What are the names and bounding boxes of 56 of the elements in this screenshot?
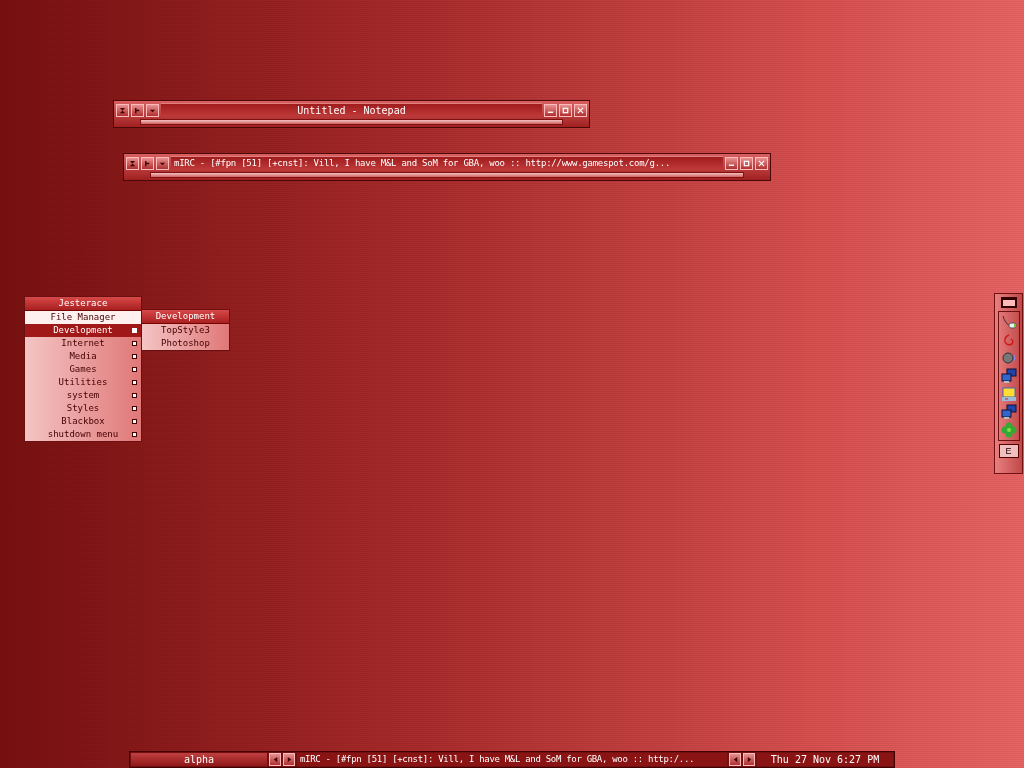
menu-item[interactable]: system xyxy=(25,389,141,402)
menu-item[interactable]: Media xyxy=(25,350,141,363)
hourglass-icon xyxy=(129,159,136,167)
close-icon xyxy=(758,159,765,167)
menu-item[interactable]: Utilities xyxy=(25,376,141,389)
close-button[interactable] xyxy=(755,156,768,170)
previous-button[interactable] xyxy=(269,753,281,766)
menu-item[interactable]: TopStyle3 xyxy=(142,324,229,337)
slit-button[interactable]: E xyxy=(998,444,1019,458)
next-button[interactable] xyxy=(743,753,755,766)
menu-item[interactable]: Games xyxy=(25,363,141,376)
window-menu-button[interactable] xyxy=(146,103,159,117)
close-icon xyxy=(577,106,584,114)
left-arrow-icon xyxy=(731,756,739,763)
menu-item[interactable]: shutdown menu xyxy=(25,428,141,441)
mouse-icon[interactable] xyxy=(1000,314,1017,330)
clock: Thu 27 Nov 6:27 PM xyxy=(757,753,893,766)
window-title: Untitled - Notepad xyxy=(161,103,542,117)
network-icon[interactable] xyxy=(1000,368,1017,384)
display-icon[interactable] xyxy=(1000,386,1017,402)
workspace-name: alpha xyxy=(131,753,267,766)
stick-button[interactable] xyxy=(126,156,139,170)
menu-item[interactable]: Internet xyxy=(25,337,141,350)
menu-item[interactable]: File Manager xyxy=(25,311,141,324)
maximize-icon xyxy=(743,159,750,167)
right-arrow-icon xyxy=(745,756,753,763)
menu-item[interactable]: Styles xyxy=(25,402,141,415)
tee-icon xyxy=(144,159,151,167)
menu-item[interactable]: Photoshop xyxy=(142,337,229,350)
menu-title: Jesterace xyxy=(25,297,141,311)
hourglass-icon xyxy=(119,106,126,114)
window-title: mIRC - [#fpn [51] [+cnst]: Vill, I have M&L and SoM for GBA, woo :: http://www.gamespot.com/g... xyxy=(171,156,723,170)
window-label: mIRC - [#fpn [51] [+cnst]: Vill, I have M&L and SoM for GBA, woo :: http:/... xyxy=(297,753,727,766)
close-button[interactable] xyxy=(574,103,587,117)
window-icon[interactable] xyxy=(1000,297,1017,308)
maximize-button[interactable] xyxy=(559,103,572,117)
network-icon[interactable] xyxy=(1000,404,1017,420)
tee-icon xyxy=(134,106,141,114)
maximize-button[interactable] xyxy=(740,156,753,170)
right-arrow-icon xyxy=(285,756,293,763)
menu-item[interactable]: Development xyxy=(25,324,141,337)
speaker-icon[interactable] xyxy=(1000,350,1017,366)
left-arrow-icon xyxy=(271,756,279,763)
send-to-button[interactable] xyxy=(131,103,144,117)
send-to-button[interactable] xyxy=(141,156,154,170)
minimize-button[interactable] xyxy=(725,156,738,170)
next-button[interactable] xyxy=(283,753,295,766)
maximize-icon xyxy=(562,106,569,114)
previous-button[interactable] xyxy=(729,753,741,766)
window-handle[interactable] xyxy=(140,119,563,125)
window-menu-button[interactable] xyxy=(156,156,169,170)
menu-item[interactable]: Blackbox xyxy=(25,415,141,428)
stick-button[interactable] xyxy=(116,103,129,117)
window-handle[interactable] xyxy=(150,172,744,178)
menu-title: Development xyxy=(142,310,229,324)
minimize-button[interactable] xyxy=(544,103,557,117)
